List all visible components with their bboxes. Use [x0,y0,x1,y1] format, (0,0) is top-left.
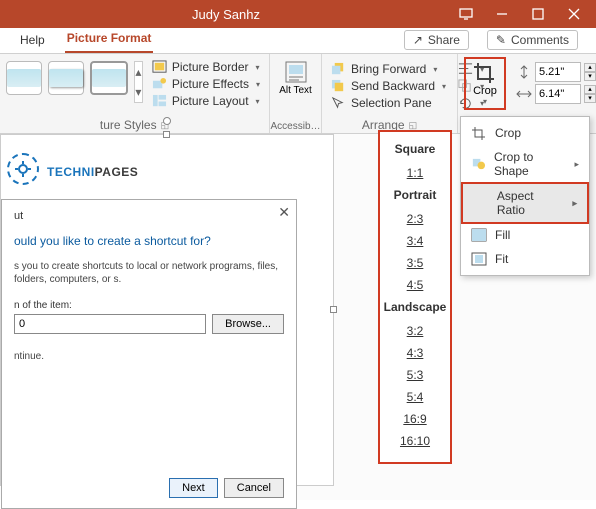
cancel-button[interactable]: Cancel [224,478,284,498]
share-button[interactable]: ↗Share [404,30,469,50]
height-down[interactable]: ▾ [584,72,596,81]
minimize-button[interactable] [484,0,520,28]
crop-icon [472,61,498,85]
width-input[interactable] [535,84,581,104]
alt-text-button[interactable]: Alt Text [276,57,315,96]
aspect-ratio-submenu: Square 1:1 Portrait 2:3 3:4 3:5 4:5 Land… [378,130,452,464]
fill-icon [471,228,487,242]
width-up[interactable]: ▴ [584,85,596,94]
ratio-1-1[interactable]: 1:1 [380,162,450,184]
tab-bar: Help Picture Format ↗Share ✎Comments [0,28,596,54]
continue-text: ntinue. [14,350,284,363]
close-button[interactable] [556,0,592,28]
send-backward-button[interactable]: Send Backward▾ [328,78,449,94]
ratio-16-9[interactable]: 16:9 [380,408,450,430]
location-input[interactable] [14,314,206,334]
selection-pane-button[interactable]: Selection Pane [328,95,449,111]
group-accessibility: Alt Text Accessib… [270,54,322,133]
dialog-question: ould you like to create a shortcut for? [14,234,284,248]
ratio-header-portrait: Portrait [380,184,450,208]
titlebar-user: Judy Sanhz [4,7,448,22]
width-field[interactable]: ▴▾ [516,84,596,104]
height-field[interactable]: ▴▾ [516,62,596,82]
crop-button[interactable]: Crop ▾ [464,57,506,110]
crop-menu-fill[interactable]: Fill [461,223,589,247]
picture-border-button[interactable]: Picture Border▾ [149,59,263,75]
tab-picture-format[interactable]: Picture Format [65,27,154,53]
bring-forward-button[interactable]: Bring Forward▾ [328,61,449,77]
next-button[interactable]: Next [169,478,218,498]
arrange-launcher[interactable]: ◱ [409,120,418,131]
ratio-5-3[interactable]: 5:3 [380,364,450,386]
picture-styles-more[interactable]: ▴▾ [134,61,143,103]
browse-button[interactable]: Browse... [212,314,284,334]
crop-menu-shape[interactable]: Crop to Shape▸ [461,145,589,183]
share-icon: ↗ [413,33,423,47]
titlebar: Judy Sanhz [0,0,596,28]
rotate-handle[interactable] [163,117,171,125]
ratio-header-landscape: Landscape [380,296,450,320]
picture-layout-button[interactable]: Picture Layout▾ [149,93,263,109]
crop-menu-crop[interactable]: Crop [461,121,589,145]
crop-menu-aspect-ratio[interactable]: Aspect Ratio▸ [461,182,589,224]
group-arrange: Bring Forward▾ Send Backward▾ Selection … [322,54,458,133]
picture-style-2[interactable] [48,61,84,95]
group-picture-styles: ▴▾ Picture Border▾ Picture Effects▾ Pict… [0,54,270,133]
picture-effects-button[interactable]: Picture Effects▾ [149,76,263,92]
technipages-logo: TECHNIPAGES [1,135,333,195]
picture-style-3[interactable] [90,61,128,95]
presentation-mode-icon[interactable] [448,0,484,28]
layout-icon [152,94,167,108]
canvas: TECHNIPAGES ✕ ut ould you like to create… [0,134,596,500]
resize-handle-n[interactable] [163,131,170,138]
effects-icon [152,77,167,91]
crop-menu-fit[interactable]: Fit [461,247,589,271]
gear-icon [7,153,39,185]
height-up[interactable]: ▴ [584,63,596,72]
comment-icon: ✎ [496,33,506,47]
shortcut-wizard-dialog: ✕ ut ould you like to create a shortcut … [1,199,297,509]
maximize-button[interactable] [520,0,556,28]
ratio-4-5[interactable]: 4:5 [380,274,450,296]
height-input[interactable] [535,62,581,82]
border-icon [152,60,167,74]
resize-handle-e[interactable] [330,306,337,313]
selection-pane-icon [331,96,346,110]
height-icon [516,65,532,79]
dialog-subtext: s you to create shortcuts to local or ne… [14,260,284,286]
bring-forward-icon [331,62,346,76]
dialog-title: ut [14,210,284,222]
ratio-3-4[interactable]: 3:4 [380,230,450,252]
ratio-4-3[interactable]: 4:3 [380,342,450,364]
ratio-3-5[interactable]: 3:5 [380,252,450,274]
comments-button[interactable]: ✎Comments [487,30,578,50]
alt-text-icon [285,61,307,83]
tab-help[interactable]: Help [18,29,47,53]
shape-crop-icon [471,157,486,171]
dialog-close-button[interactable]: ✕ [278,204,290,221]
ratio-3-2[interactable]: 3:2 [380,320,450,342]
fit-icon [471,252,487,266]
ratio-5-4[interactable]: 5:4 [380,386,450,408]
crop-dropdown-menu: Crop Crop to Shape▸ Aspect Ratio▸ Fill F… [460,116,590,276]
crop-icon [471,126,487,140]
picture-style-1[interactable] [6,61,42,95]
ratio-header-square: Square [380,138,450,162]
width-down[interactable]: ▾ [584,94,596,103]
ratio-2-3[interactable]: 2:3 [380,208,450,230]
selected-image[interactable]: TECHNIPAGES ✕ ut ould you like to create… [0,134,334,486]
ratio-16-10[interactable]: 16:10 [380,430,450,452]
width-icon [516,87,532,101]
location-label: n of the item: [14,300,284,311]
send-backward-icon [331,79,346,93]
